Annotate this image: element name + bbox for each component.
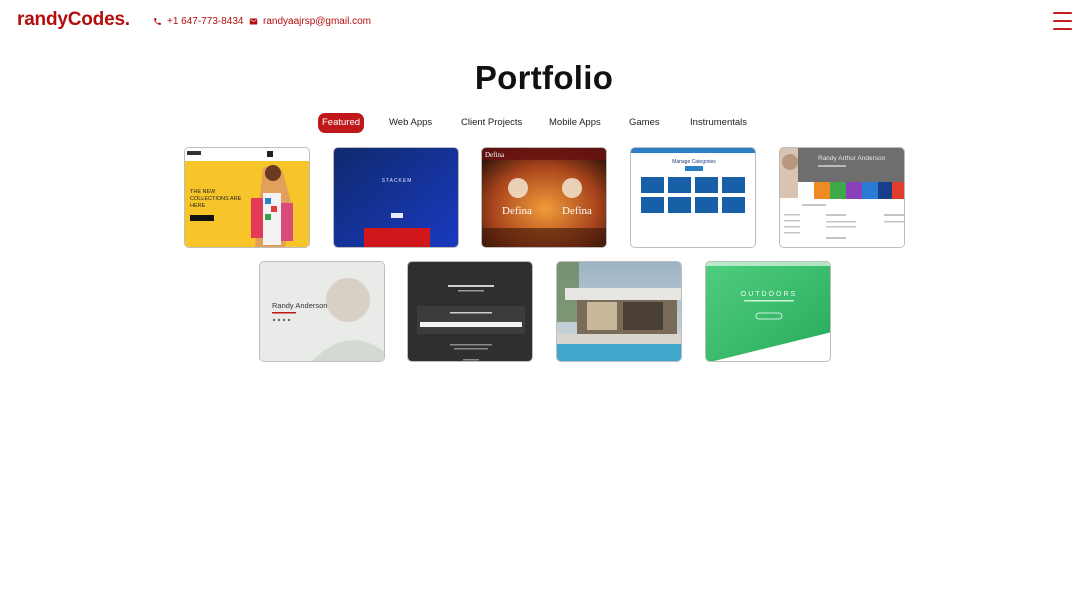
project-card-profile[interactable]: Randy Arthur Anderson bbox=[779, 147, 905, 248]
hamburger-menu-button[interactable] bbox=[1053, 12, 1072, 30]
tab-mobile-apps[interactable]: Mobile Apps bbox=[549, 113, 601, 133]
project-card-categories[interactable]: Manage Categories bbox=[630, 147, 756, 248]
project-thumbnail: OUTDOORS bbox=[706, 262, 830, 361]
filter-tabs: Featured Web Apps Client Projects Mobile… bbox=[0, 113, 1088, 133]
project-thumbnail: STACKEM bbox=[334, 148, 458, 247]
project-thumbnail: Manage Categories bbox=[631, 148, 755, 247]
project-card-fashion[interactable]: THE NEW COLLECTIONS ARE HERE bbox=[184, 147, 310, 248]
project-thumbnail: Randy Anderson bbox=[260, 262, 384, 361]
menu-bar bbox=[1053, 20, 1072, 22]
thumb-text: Manage Categories bbox=[672, 159, 716, 165]
thumb-text: Defina bbox=[562, 205, 592, 217]
phone-icon bbox=[154, 18, 161, 25]
email-contact[interactable]: randyaajrsp@gmail.com bbox=[249, 16, 371, 27]
phone-contact[interactable]: +1 647-773-8434 bbox=[153, 16, 243, 27]
brand-logo[interactable]: randyCodes. bbox=[17, 9, 130, 31]
thumb-text: STACKEM bbox=[382, 178, 413, 184]
project-card-outdoors[interactable]: OUTDOORS bbox=[705, 261, 831, 362]
project-thumbnail: THE NEW COLLECTIONS ARE HERE bbox=[185, 148, 309, 247]
thumb-text: HERE bbox=[190, 203, 206, 209]
tab-client-projects[interactable]: Client Projects bbox=[461, 113, 522, 133]
tab-games[interactable]: Games bbox=[629, 113, 660, 133]
email-address: randyaajrsp@gmail.com bbox=[263, 16, 371, 27]
tab-web-apps[interactable]: Web Apps bbox=[389, 113, 432, 133]
thumb-text: THE NEW bbox=[190, 189, 216, 195]
thumb-text: Defina bbox=[502, 205, 532, 217]
project-card-defina[interactable]: Defina Defina Defina bbox=[481, 147, 607, 248]
project-thumbnail bbox=[557, 262, 681, 361]
site-header: randyCodes. +1 647-773-8434 randyaajrsp@… bbox=[0, 0, 1088, 44]
tab-instrumentals[interactable]: Instrumentals bbox=[690, 113, 747, 133]
menu-bar bbox=[1053, 28, 1072, 30]
project-thumbnail: Randy Arthur Anderson bbox=[780, 148, 904, 247]
thumb-text: Randy Arthur Anderson bbox=[818, 155, 886, 162]
thumb-text: Defina bbox=[485, 151, 505, 159]
project-thumbnail: Defina Defina Defina bbox=[482, 148, 606, 247]
project-card-stackem[interactable]: STACKEM bbox=[333, 147, 459, 248]
project-thumbnail bbox=[408, 262, 532, 361]
page-title: Portfolio bbox=[474, 59, 614, 96]
project-card-dark-form[interactable] bbox=[407, 261, 533, 362]
project-card-portrait[interactable]: Randy Anderson bbox=[259, 261, 385, 362]
project-card-house[interactable] bbox=[556, 261, 682, 362]
mail-icon bbox=[249, 18, 258, 25]
thumb-text: OUTDOORS bbox=[741, 291, 797, 298]
thumb-text: COLLECTIONS ARE bbox=[190, 196, 242, 202]
phone-number: +1 647-773-8434 bbox=[167, 16, 244, 27]
tab-featured[interactable]: Featured bbox=[318, 113, 365, 133]
thumb-text: Randy Anderson bbox=[272, 301, 327, 310]
menu-bar bbox=[1053, 12, 1072, 14]
